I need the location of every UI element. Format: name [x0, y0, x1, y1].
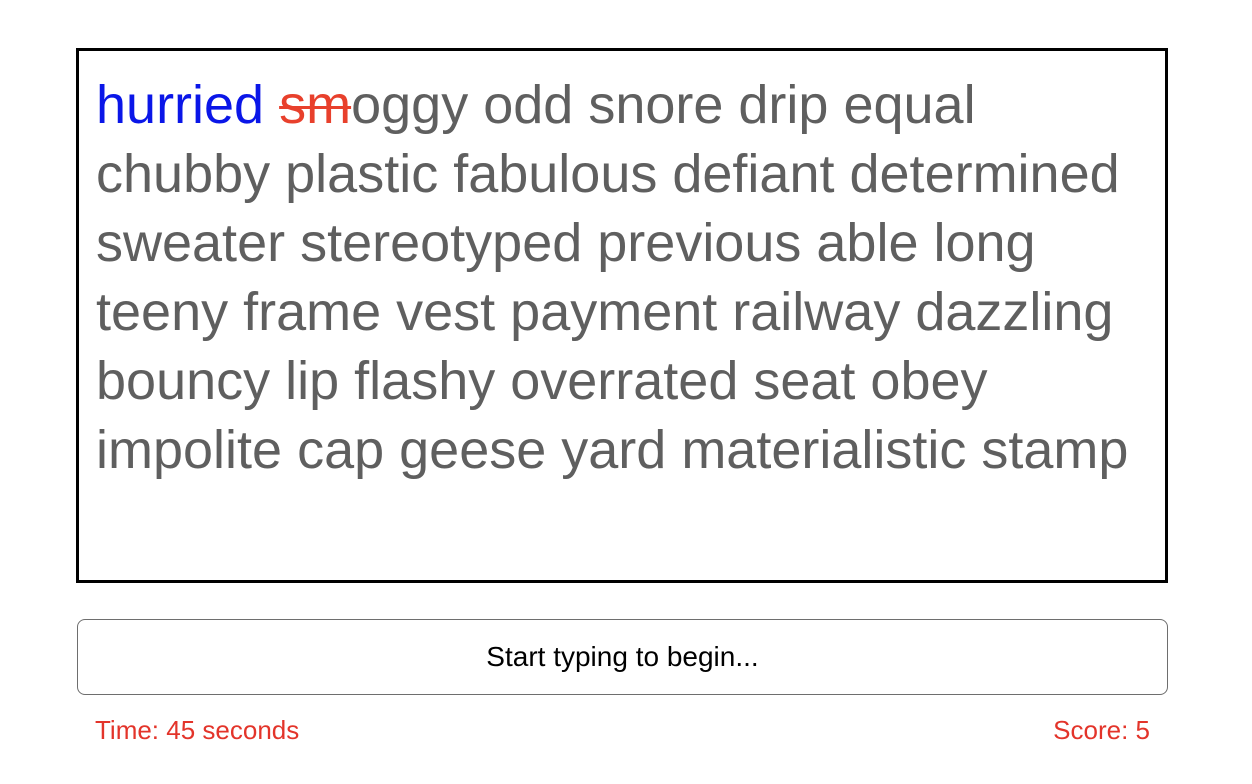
remaining-words: odd snore drip equal chubby plastic fabu…: [96, 75, 1129, 480]
typed-word-correct: hurried: [96, 75, 265, 135]
current-word-remaining: oggy: [351, 75, 469, 135]
typing-input[interactable]: [77, 619, 1168, 695]
timer-label: Time: 45 seconds: [95, 715, 300, 745]
score-label: Score: 5: [1053, 715, 1150, 745]
word-display: hurried smoggy odd snore drip equal chub…: [76, 48, 1168, 583]
typed-chars-wrong: sm: [279, 75, 352, 135]
